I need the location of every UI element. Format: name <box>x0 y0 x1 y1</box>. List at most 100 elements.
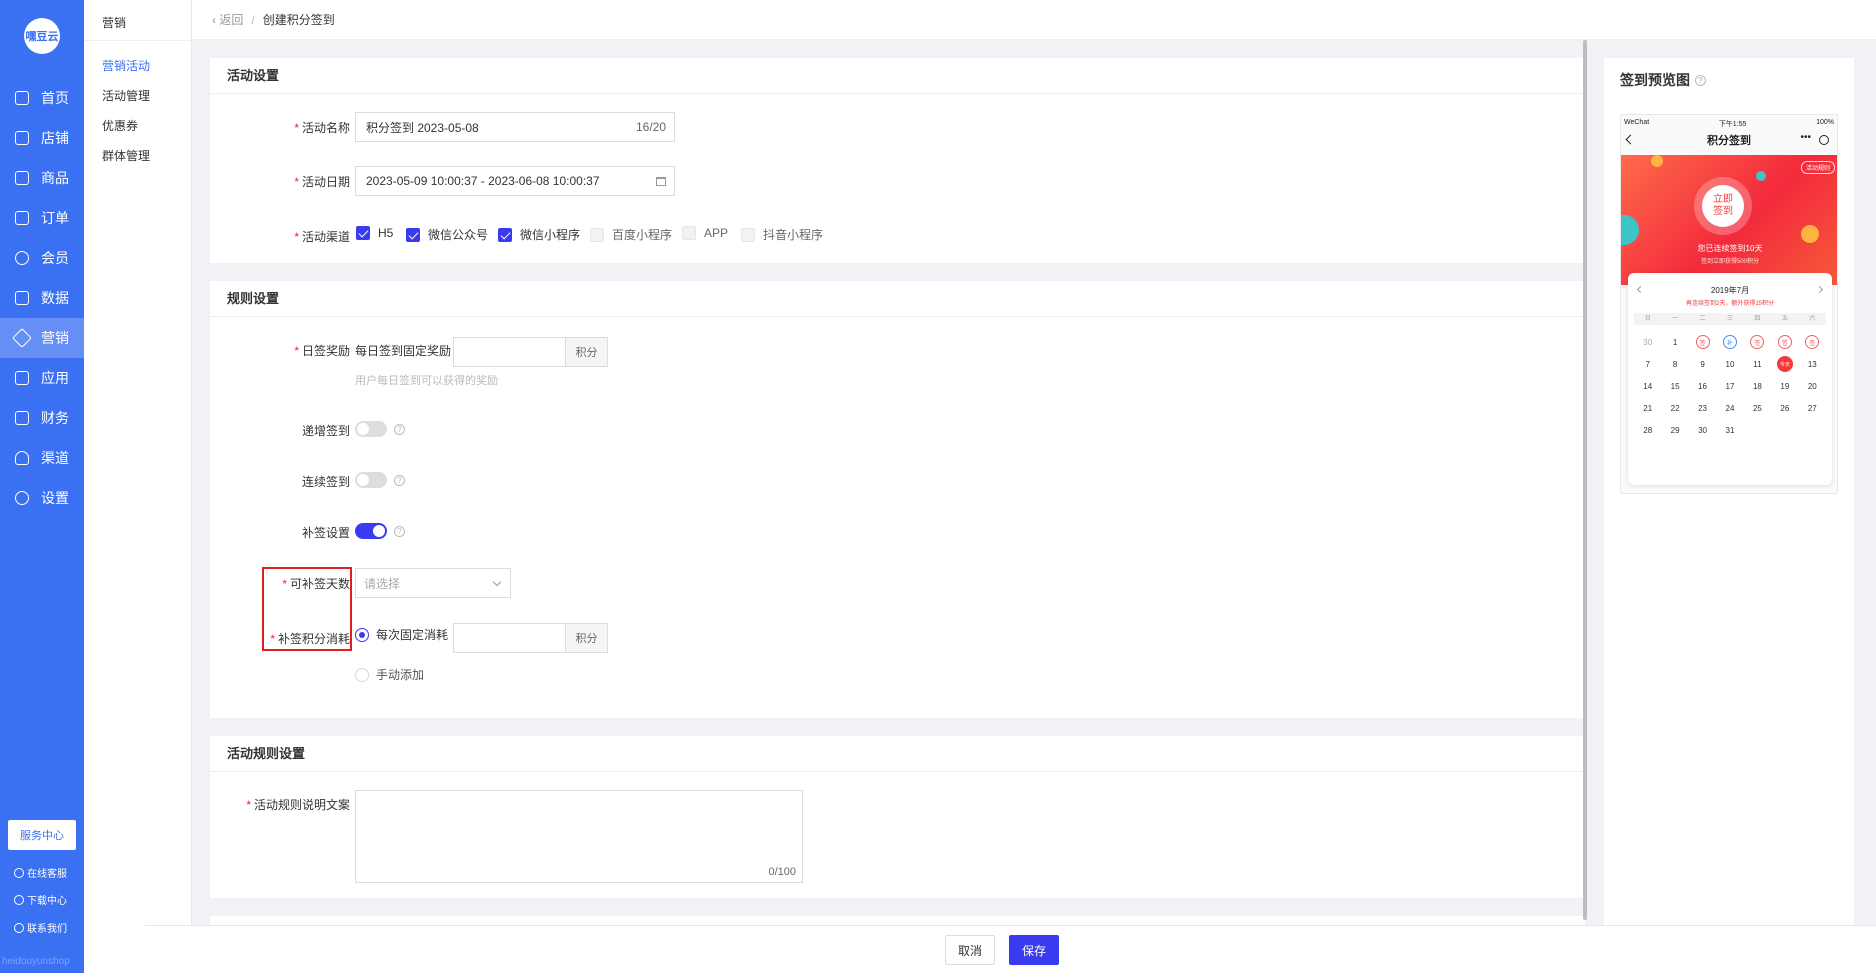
sign-calendar: 2019年7月 再连续签到2天，额外获得15积分 日一二三四五六 30 1 签补签签… <box>1628 273 1832 485</box>
continuous-sign-toggle[interactable] <box>355 472 387 488</box>
help-icon[interactable]: ? <box>394 424 405 435</box>
calendar-day: 28 <box>1643 425 1653 435</box>
nav-item-goods[interactable]: 商品 <box>0 158 84 198</box>
footer-bar: 取消 保存 <box>145 925 1876 973</box>
makeup-setting-label: 补签设置 <box>301 526 350 540</box>
subnav-item-group-management[interactable]: 群体管理 <box>102 147 150 164</box>
nav-item-members[interactable]: 会员 <box>0 238 84 278</box>
calendar-icon <box>656 177 666 186</box>
makeup-days-select[interactable]: 请选择 <box>355 568 511 598</box>
calendar-day: 13 <box>1807 359 1817 369</box>
nav-item-label: 首页 <box>41 90 69 106</box>
radio-label: 手动添加 <box>376 668 425 682</box>
makeup-setting-toggle[interactable] <box>355 523 387 539</box>
help-icon[interactable]: ? <box>394 526 405 537</box>
sign-now-label: 立即 签到 <box>1713 194 1733 217</box>
calendar-day: 15 <box>1670 381 1680 391</box>
brand-logo[interactable]: 嘿豆云 <box>24 18 60 54</box>
scrollbar[interactable] <box>1583 40 1587 920</box>
radio-circle <box>355 667 369 682</box>
member-icon <box>15 251 29 265</box>
char-count: 16/20 <box>635 120 666 134</box>
nav-item-label: 营销 <box>41 330 69 346</box>
nav-item-home[interactable]: 首页 <box>0 78 84 118</box>
nav-item-marketing[interactable]: 营销 <box>0 318 84 358</box>
help-icon[interactable]: ? <box>1695 74 1706 86</box>
calendar-day: 9 <box>1700 359 1705 369</box>
nav-item-channels[interactable]: 渠道 <box>0 438 84 478</box>
daily-reward-input[interactable] <box>453 337 566 367</box>
contact-link[interactable]: 联系我们 <box>14 920 67 935</box>
download-center-link[interactable]: 下载中心 <box>14 892 67 907</box>
subnav-item-activity-management[interactable]: 活动管理 <box>102 87 150 104</box>
home-icon <box>15 91 29 105</box>
checkbox-box <box>682 226 696 240</box>
service-center-button[interactable]: 服务中心 <box>8 820 76 850</box>
nav-item-label: 会员 <box>41 250 69 266</box>
finance-icon <box>15 411 29 425</box>
nav-item-settings[interactable]: 设置 <box>0 478 84 518</box>
decor-blob <box>1621 215 1639 245</box>
checkbox-box <box>498 227 512 242</box>
activity-channel-label: * 活动渠道 <box>294 230 350 244</box>
help-icon[interactable]: ? <box>394 475 405 486</box>
online-service-link[interactable]: 在线客服 <box>14 865 67 880</box>
calendar-day: 1 <box>1672 337 1678 347</box>
phone-preview: WeChat 下午1:55 100% 积分签到 ••• 活动规则 立即 签到 您… <box>1620 114 1838 494</box>
nav-item-apps[interactable]: 应用 <box>0 358 84 398</box>
subnav-item-coupons[interactable]: 优惠券 <box>102 117 138 134</box>
preview-title: 签到预览图? <box>1620 70 1706 90</box>
save-button[interactable]: 保存 <box>1009 935 1059 965</box>
channel-h5-checkbox[interactable]: H5 <box>356 226 393 240</box>
makeup-marker: 补 <box>1722 335 1737 349</box>
nav-item-orders[interactable]: 订单 <box>0 198 84 238</box>
nav-item-data[interactable]: 数据 <box>0 278 84 318</box>
subnav-item-marketing-activities[interactable]: 营销活动 <box>102 57 150 74</box>
nav-item-label: 设置 <box>41 490 69 506</box>
more-icon: ••• <box>1800 132 1811 143</box>
nav-item-label: 订单 <box>41 210 69 226</box>
signed-marker: 签 <box>1695 335 1710 349</box>
breadcrumb: ‹ 返回 / 创建积分签到 <box>192 0 1876 40</box>
calendar-day: 16 <box>1698 381 1708 391</box>
incremental-sign-toggle[interactable] <box>355 421 387 437</box>
decor-blob <box>1801 225 1819 243</box>
cancel-button[interactable]: 取消 <box>945 935 995 965</box>
sign-now-button: 立即 签到 <box>1702 185 1744 227</box>
status-time: 下午1:55 <box>1718 121 1747 128</box>
rules-tag: 活动规则 <box>1800 161 1835 174</box>
online-service-label: 在线客服 <box>27 869 67 880</box>
continuous-sign-label: 连续签到 <box>301 475 350 489</box>
activity-name-input[interactable]: 积分签到 2023-05-08 16/20 <box>355 112 675 142</box>
section-title: 活动规则设置 <box>210 736 1585 772</box>
points-unit: 积分 <box>566 337 608 367</box>
fixed-cost-radio[interactable]: 每次固定消耗 <box>355 626 448 643</box>
channel-douyin-mini-checkbox[interactable]: 抖音小程序 <box>741 226 823 243</box>
calendar-day: 23 <box>1698 403 1708 413</box>
rules-textarea[interactable]: 0/100 <box>355 790 803 883</box>
activity-date-picker[interactable]: 2023-05-09 10:00:37 - 2023-06-08 10:00:3… <box>355 166 675 196</box>
calendar-day: 11 <box>1753 359 1762 369</box>
channel-baidu-mini-checkbox[interactable]: 百度小程序 <box>590 226 672 243</box>
channel-app-checkbox[interactable]: APP <box>682 226 728 240</box>
app-icon <box>15 371 29 385</box>
weekday-label: 五 <box>1781 316 1788 322</box>
channel-wechat-oa-checkbox[interactable]: 微信公众号 <box>406 226 488 243</box>
calendar-day: 签 <box>1771 331 1798 353</box>
back-link[interactable]: ‹ 返回 <box>212 11 243 28</box>
daily-reward-text: 每日签到固定奖励 <box>355 344 452 358</box>
carrier-label: WeChat <box>1624 119 1650 126</box>
makeup-cost-input[interactable] <box>453 623 566 653</box>
signed-marker: 签 <box>1777 335 1792 349</box>
nav-item-label: 财务 <box>41 410 69 426</box>
daily-reward-label: * 日签奖励 <box>294 344 350 358</box>
nav-item-finance[interactable]: 财务 <box>0 398 84 438</box>
calendar-day: 签 <box>1799 331 1826 353</box>
activity-name-label: * 活动名称 <box>294 121 350 135</box>
decor-blob <box>1756 171 1766 181</box>
nav-item-shop[interactable]: 店铺 <box>0 118 84 158</box>
target-icon <box>1819 135 1829 145</box>
nav-item-label: 渠道 <box>41 450 69 466</box>
manual-add-radio[interactable]: 手动添加 <box>355 666 424 683</box>
channel-wechat-mini-checkbox[interactable]: 微信小程序 <box>498 226 580 243</box>
